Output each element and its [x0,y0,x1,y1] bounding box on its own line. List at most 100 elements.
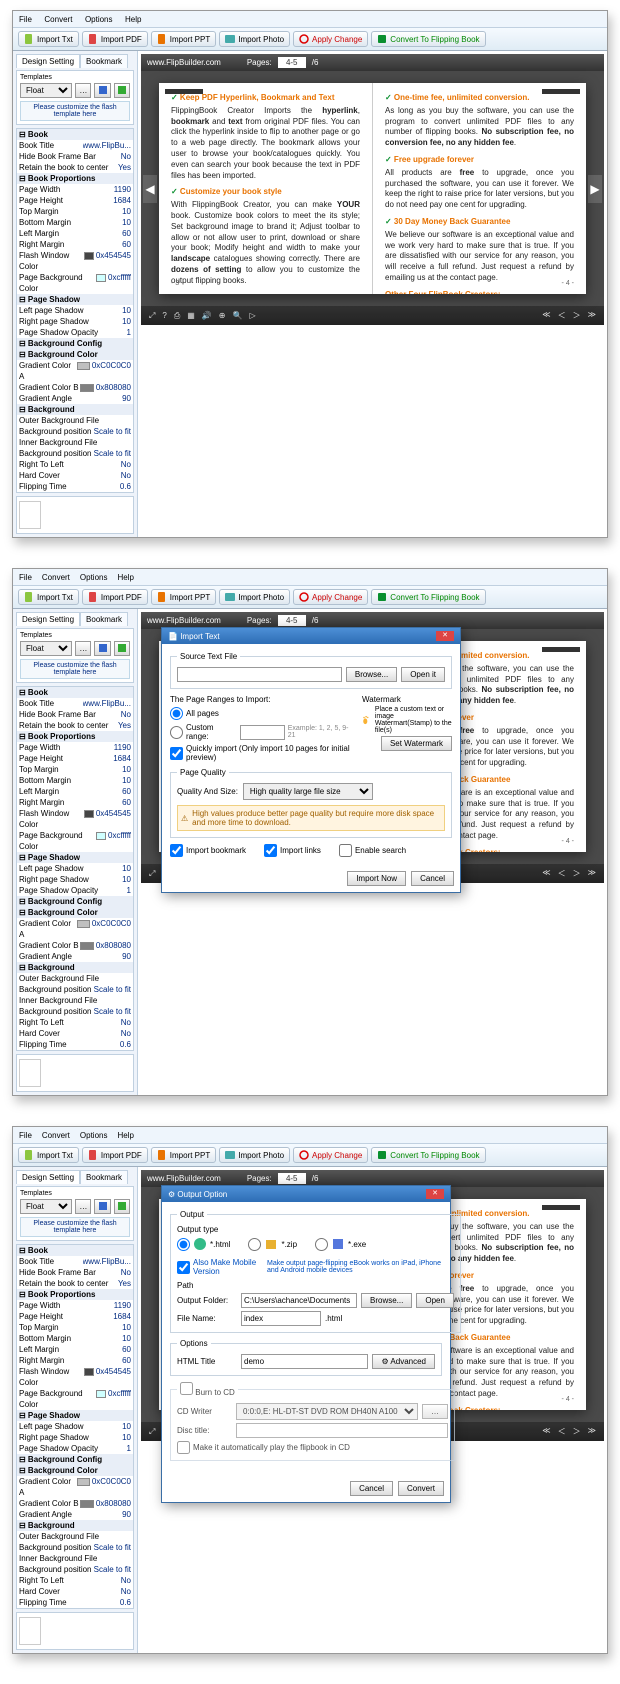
gear-icon: ⚙ [168,1190,175,1199]
burn-cd-checkbox[interactable] [180,1382,193,1395]
refresh-icon [299,34,309,44]
open-button[interactable]: Open it [401,667,445,682]
import-text-dialog: 📄 Import Text✕ Source Text File Browse..… [161,627,461,893]
close-icon[interactable]: ✕ [426,1189,444,1199]
browse-button[interactable]: Browse... [361,1293,412,1308]
templates-label: Templates [20,74,130,81]
import-now-button[interactable]: Import Now [347,871,406,886]
custom-range-input[interactable] [240,725,285,740]
side-panel: Design SettingBookmark Templates Float …… [13,51,138,537]
exe-icon [331,1237,345,1251]
apply-change-button[interactable]: Apply Change [293,31,368,47]
html-title-input[interactable] [241,1354,368,1369]
export-icon [117,85,127,95]
disc-title-input[interactable] [236,1423,448,1438]
apply-change-button[interactable]: Apply Change [293,589,368,605]
menu-options[interactable]: Options [85,15,113,24]
mobile-checkbox[interactable] [177,1261,190,1274]
import-bookmark-checkbox[interactable] [170,844,183,857]
app-window-2: FileConvertOptionsHelp Import Txt Import… [12,568,608,1096]
enable-search-checkbox[interactable] [339,844,352,857]
import-txt-button[interactable]: Import Txt [18,589,79,605]
viewer-header: www.FlipBuilder.com Pages: /6 [141,54,604,71]
tab-bookmark[interactable]: Bookmark [80,54,128,68]
import-ppt-button[interactable]: Import PPT [151,31,216,47]
import-photo-button[interactable]: Import Photo [219,589,290,605]
open-button[interactable]: Open [416,1293,454,1308]
page-input[interactable] [278,57,306,68]
cd-settings-button[interactable]: … [422,1404,448,1419]
save-icon [98,85,108,95]
help-icon[interactable]: ? [162,311,166,321]
property-tree[interactable]: ⊟ BookBook Titlewww.FlipBu...Hide Book F… [16,128,134,493]
book-viewer: www.FlipBuilder.com Pages: /6 ◀ ▶ ✓ Keep… [138,51,607,537]
convert-confirm-button[interactable]: Convert [398,1481,444,1496]
pages-label: Pages: [247,58,272,67]
doc-icon [24,34,34,44]
next-page-arrow[interactable]: ▶ [588,175,602,203]
output-option-dialog: ⚙ Output Option✕ Output Output type *.ht… [161,1185,451,1503]
html-radio[interactable] [177,1238,190,1251]
autoplay-checkbox[interactable] [177,1441,190,1454]
tab-design[interactable]: Design Setting [16,54,80,68]
prev-page-icon[interactable]: ＜ [558,310,566,321]
menu-help[interactable]: Help [125,15,141,24]
advanced-button[interactable]: ⚙ Advanced [372,1354,435,1369]
last-page-icon[interactable]: ≫ [588,310,596,321]
set-watermark-button[interactable]: Set Watermark [381,736,452,751]
file-name-input[interactable] [241,1311,321,1326]
all-pages-radio[interactable] [170,707,183,720]
convert-button[interactable]: Convert To Flipping Book [371,589,485,605]
import-links-checkbox[interactable] [264,844,277,857]
import-txt-button[interactable]: Import Txt [18,31,79,47]
doc-icon [88,34,98,44]
zip-radio[interactable] [248,1238,261,1251]
source-file-label: Source Text File [177,652,240,661]
sound-icon[interactable]: 🔊 [202,311,212,321]
thumbnails-icon[interactable]: ▦ [187,311,195,321]
quick-import-checkbox[interactable] [170,747,183,760]
dialog-title: Output Option [177,1190,227,1199]
convert-button[interactable]: Convert To Flipping Book [371,31,485,47]
prev-page-arrow[interactable]: ◀ [143,175,157,203]
quality-select[interactable]: High quality large file size [243,783,373,800]
zip-icon [264,1237,278,1251]
custom-range-radio[interactable] [170,726,183,739]
dialog-title: Import Text [180,632,219,641]
exe-radio[interactable] [315,1238,328,1251]
cancel-button[interactable]: Cancel [411,871,454,886]
page-spread: ✓ Keep PDF Hyperlink, Bookmark and TextF… [159,83,586,294]
footprint-icon [362,709,372,731]
browse-button[interactable]: Browse... [346,667,397,682]
autoplay-icon[interactable]: ▷ [249,311,255,321]
source-file-input[interactable] [177,667,342,682]
import-pdf-button[interactable]: Import PDF [82,589,148,605]
gear-icon: ⚙ [381,1357,388,1366]
book-icon [377,34,387,44]
template-export-button[interactable] [114,83,130,98]
template-browse-button[interactable]: … [75,83,91,98]
page-thumb-strip[interactable] [16,496,134,534]
cd-writer-select[interactable]: 0:0:0,E: HL-DT-ST DVD ROM DH40N A100 [236,1403,418,1420]
import-ppt-button[interactable]: Import PPT [151,589,216,605]
print-icon[interactable]: ⎙ [174,311,180,321]
page-thumb[interactable] [19,501,41,529]
app-window-1: File Convert Options Help Import Txt Imp… [12,10,608,538]
search-icon[interactable]: 🔍 [233,311,243,321]
fullscreen-icon[interactable]: ⤢ [149,311,155,321]
close-icon[interactable]: ✕ [436,631,454,641]
first-page-icon[interactable]: ≪ [542,310,550,321]
cancel-button[interactable]: Cancel [350,1481,393,1496]
watermark-label: Watermark [362,695,452,704]
output-folder-input[interactable] [241,1293,357,1308]
zoom-icon[interactable]: ⊕ [219,311,226,321]
template-select[interactable]: Float [20,83,72,98]
html-icon [193,1237,207,1251]
menu-convert[interactable]: Convert [44,15,72,24]
toolbar: Import Txt Import PDF Import PPT Import … [13,28,607,51]
import-pdf-button[interactable]: Import PDF [82,31,148,47]
menu-file[interactable]: File [19,15,32,24]
template-save-button[interactable] [94,83,110,98]
import-photo-button[interactable]: Import Photo [219,31,290,47]
next-page-icon[interactable]: ＞ [573,310,581,321]
